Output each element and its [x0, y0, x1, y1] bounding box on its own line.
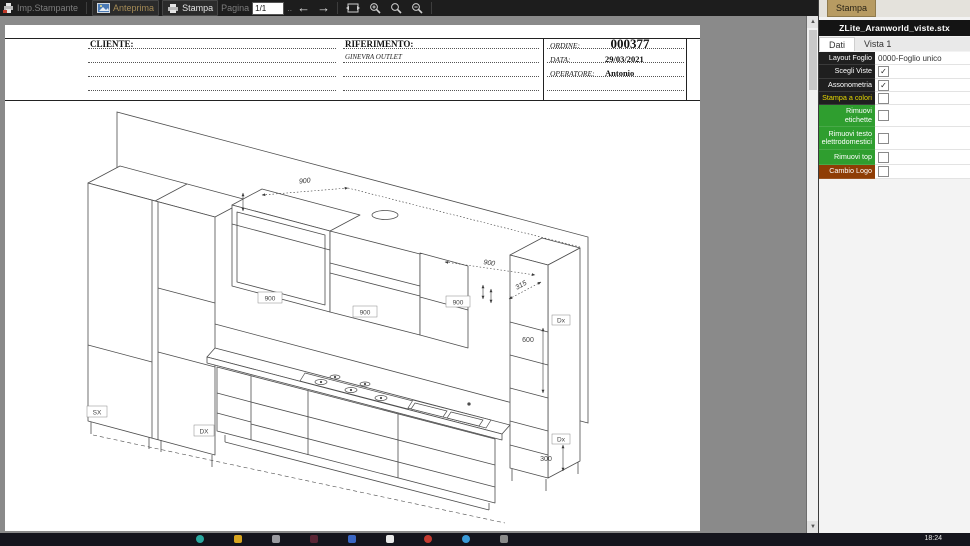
tag-900-right: 900 — [453, 300, 464, 307]
rimuovi-testo-elettrodomestici-checkbox[interactable] — [878, 133, 889, 144]
stampa-a-colori-label: Stampa a colori — [819, 92, 875, 105]
taskbar-icon[interactable] — [462, 535, 470, 543]
tall-unit-right — [510, 238, 580, 491]
print-label: Stampa — [182, 3, 213, 13]
fit-page-icon — [346, 3, 360, 13]
panel-tabs: Dati Vista 1 — [819, 37, 970, 51]
toolbar-separator — [337, 2, 338, 14]
rimuovi-top-checkbox[interactable] — [878, 152, 889, 163]
cambio-logo-checkbox[interactable] — [878, 166, 889, 177]
print-icon — [167, 3, 179, 13]
scegli-viste-label: Scegli Viste — [819, 65, 875, 79]
row-rimuovi-etichette: Rimuovi etichette — [819, 105, 970, 127]
tag-sx: SX — [93, 410, 102, 417]
stampa-a-colori-checkbox[interactable] — [878, 93, 889, 104]
print-button[interactable]: Stampa — [162, 0, 218, 16]
printer-setup-label: Imp.Stampante — [17, 3, 78, 13]
taskbar-icon[interactable] — [500, 535, 508, 543]
rimuovi-top-label: Rimuovi top — [819, 150, 875, 165]
checkmark-icon: ✓ — [880, 67, 887, 76]
dim-label-300: 300 — [540, 456, 552, 463]
rimuovi-etichette-label: Rimuovi etichette — [819, 105, 875, 127]
rimuovi-etichette-checkbox[interactable] — [878, 110, 889, 121]
dim-label-600: 600 — [522, 337, 534, 344]
row-cambio-logo: Cambio Logo — [819, 165, 970, 179]
toolbar-separator — [431, 2, 432, 14]
printer-setup-button[interactable]: Imp.Stampante — [0, 1, 81, 15]
tag-dx-upper: Dx — [557, 318, 566, 325]
zoom-out-button[interactable] — [408, 1, 426, 15]
row-rimuovi-testo-elettrodomestici: Rimuovi testo elettrodomestici — [819, 127, 970, 150]
tag-900-mid: 900 — [360, 310, 371, 317]
zoom-in-button[interactable] — [366, 1, 384, 15]
preview-icon — [97, 3, 110, 13]
layout-foglio-label: Layout Foglio — [819, 52, 875, 65]
zoom-out-icon — [411, 2, 423, 14]
print-preview-canvas: CLIENTE: RIFERIMENTO: GINEVRA OUTLET ORD… — [0, 16, 806, 533]
options-rows: Layout Foglio 0000-Foglio unico Scegli V… — [819, 52, 970, 179]
kitchen-axonometric-drawing: 900 900 315 900 900 900 SX DX Dx Dx 600 — [5, 25, 700, 531]
tag-dx: DX — [199, 429, 209, 436]
document-page: CLIENTE: RIFERIMENTO: GINEVRA OUTLET ORD… — [5, 25, 700, 531]
assonometria-checkbox[interactable]: ✓ — [878, 80, 889, 91]
file-title: ZLite_Aranworld_viste.stx — [819, 20, 970, 36]
taskbar-icon[interactable] — [348, 535, 356, 543]
taskbar-icon[interactable] — [310, 535, 318, 543]
checkmark-icon: ✓ — [880, 81, 887, 90]
assonometria-label: Assonometria — [819, 79, 875, 92]
print-preview-toolbar: Imp.Stampante Anteprima Stampa Pagina ..… — [0, 0, 820, 16]
next-page-button[interactable]: → — [315, 1, 332, 15]
clock[interactable]: 18:24 — [924, 535, 942, 542]
print-options-panel: Stampa ZLite_Aranworld_viste.stx Dati Vi… — [819, 0, 970, 533]
taskbar-icon[interactable] — [196, 535, 204, 543]
taskbar-icon[interactable] — [424, 535, 432, 543]
tab-vista-1[interactable]: Vista 1 — [855, 37, 900, 51]
row-scegli-viste: Scegli Viste ✓ — [819, 65, 970, 79]
tag-900-left: 900 — [265, 296, 276, 303]
scegli-viste-checkbox[interactable]: ✓ — [878, 66, 889, 77]
fit-page-button[interactable] — [343, 1, 363, 15]
zoom-dynamic-button[interactable] — [387, 1, 405, 15]
preview-label: Anteprima — [113, 3, 154, 13]
page-number-input[interactable] — [252, 2, 284, 15]
cambio-logo-label: Cambio Logo — [819, 165, 875, 179]
dim-label-900-top: 900 — [299, 177, 311, 185]
taskbar-icon[interactable] — [272, 535, 280, 543]
toolbar-separator — [86, 2, 87, 14]
preview-button[interactable]: Anteprima — [92, 0, 159, 16]
panel-tab-strip: Stampa — [819, 0, 970, 17]
previous-page-button[interactable]: ← — [295, 1, 312, 15]
rimuovi-testo-elettrodomestici-label: Rimuovi testo elettrodomestici — [819, 127, 875, 150]
taskbar-icon[interactable] — [234, 535, 242, 543]
taskbar: 18:24 — [0, 533, 970, 546]
layout-foglio-value[interactable]: 0000-Foglio unico — [875, 52, 970, 65]
tag-dx-lower: Dx — [557, 437, 566, 444]
row-assonometria: Assonometria ✓ — [819, 79, 970, 92]
row-rimuovi-top: Rimuovi top — [819, 150, 970, 165]
taskbar-icon[interactable] — [386, 535, 394, 543]
row-stampa-a-colori: Stampa a colori — [819, 92, 970, 105]
tab-dati[interactable]: Dati — [819, 37, 855, 51]
row-layout-foglio: Layout Foglio 0000-Foglio unico — [819, 52, 970, 65]
zoom-in-icon — [369, 2, 381, 14]
tab-stampa[interactable]: Stampa — [827, 0, 876, 17]
scrollbar-thumb[interactable] — [809, 30, 817, 90]
zoom-dynamic-icon — [390, 2, 402, 14]
page-label: Pagina — [221, 3, 249, 13]
page-more-button[interactable]: .. — [287, 3, 292, 13]
printer-setup-icon — [3, 3, 14, 13]
